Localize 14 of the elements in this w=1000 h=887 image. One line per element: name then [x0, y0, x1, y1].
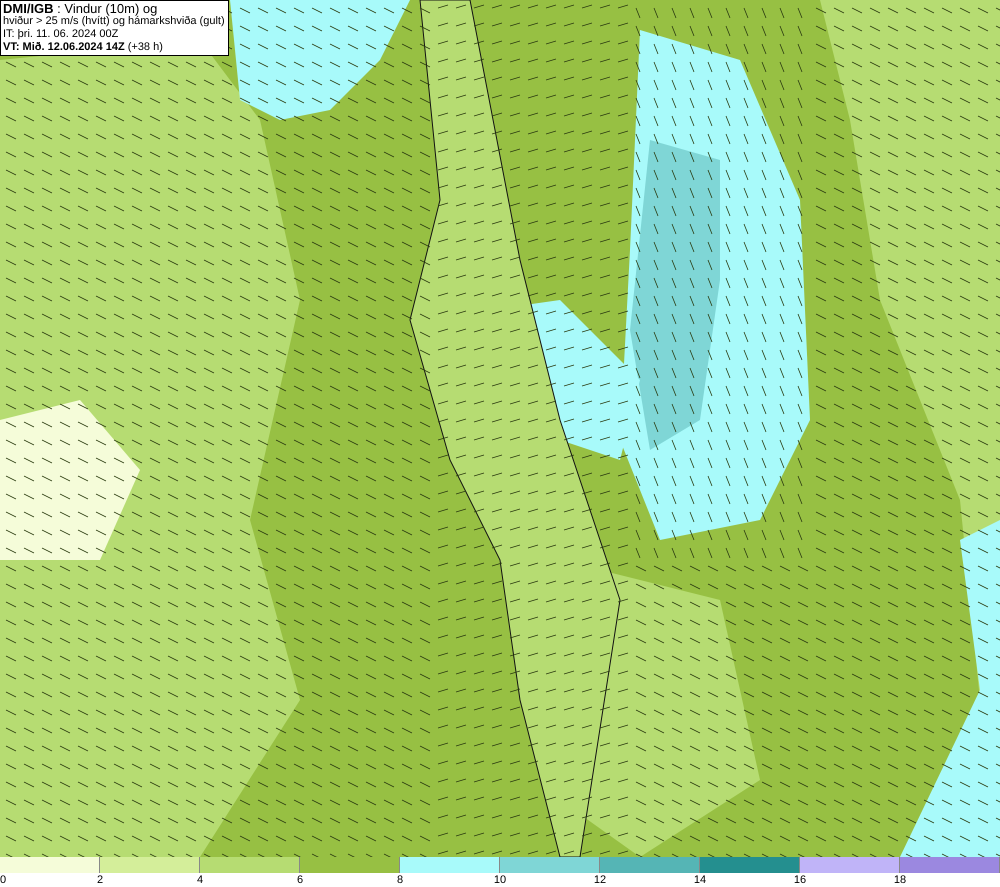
- legend-tick-label: 0: [0, 873, 6, 887]
- legend-tick-label: 2: [96, 873, 104, 887]
- legend-tick-label: 18: [894, 873, 906, 887]
- legend-tick-label: 8: [396, 873, 404, 887]
- header-text: DMI/IGB : Vindur (10m) og: [3, 2, 158, 15]
- legend-tick-label: 14: [694, 873, 706, 887]
- legend-tick-label: 16: [794, 873, 806, 887]
- legend-tick-label: 10: [494, 873, 506, 887]
- legend-tick-label: 12: [594, 873, 606, 887]
- legend-tick-label: 6: [296, 873, 304, 887]
- header-text: VT: Mið. 12.06.2024 14Z (+38 h): [3, 41, 164, 54]
- header-text: hviður > 25 m/s (hvítt) og hámarkshviða (gult): [3, 15, 226, 28]
- legend-tick-label: 4: [196, 873, 204, 887]
- header-text: IT: þri. 11. 06. 2024 00Z: [3, 28, 120, 41]
